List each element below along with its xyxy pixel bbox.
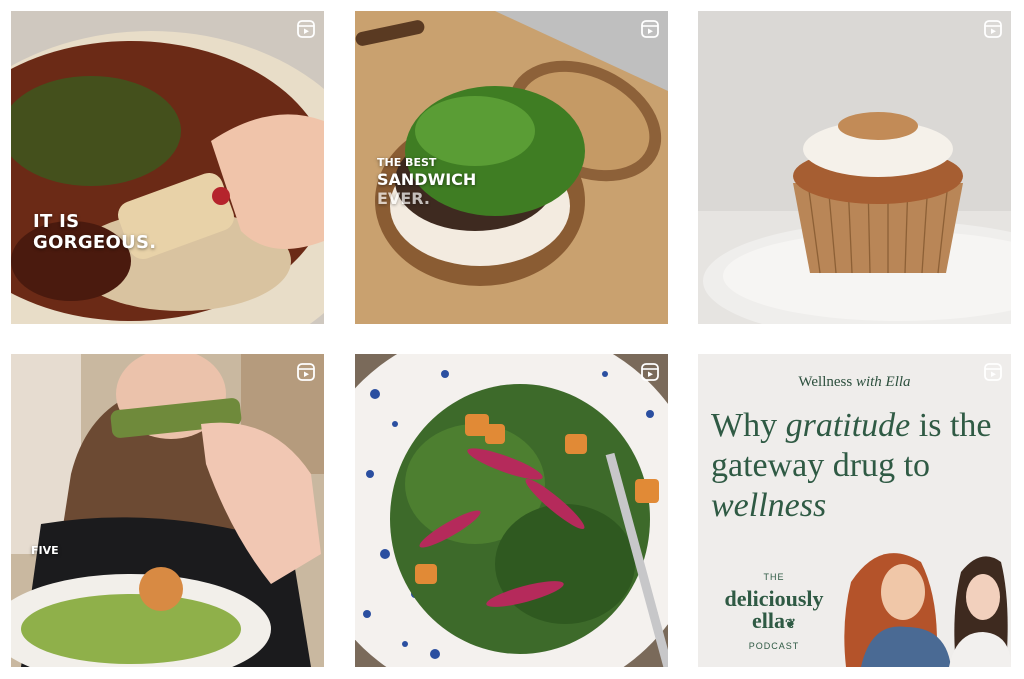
overlay-caption: FIVE [31,544,59,557]
post-tile-podcast[interactable]: Wellness with Ella Why gratitude is the … [698,354,1011,667]
post-image-cupcake [698,11,1011,324]
post-image-salad [355,354,668,667]
reel-icon [984,20,1002,38]
reel-icon [297,363,315,381]
post-image-dip [11,11,324,324]
brand-logo: THE deliciously ella❦ PODCAST [724,572,824,651]
reel-icon [984,363,1002,381]
overlay-caption: IT IS GORGEOUS. [33,211,157,253]
reel-icon [641,363,659,381]
post-tile-cupcake[interactable] [698,11,1011,324]
post-image-toast [11,354,324,667]
post-tile-gorgeous[interactable]: IT IS GORGEOUS. [11,11,324,324]
post-tile-five[interactable]: FIVE [11,354,324,667]
hosts-photo [844,553,1011,667]
overlay-caption: THE BEST SANDWICH EVER. [377,156,477,208]
podcast-headline: Why gratitude is the gateway drug to wel… [711,407,992,524]
reel-icon [297,20,315,38]
reel-icon [641,20,659,38]
post-tile-sandwich[interactable]: THE BEST SANDWICH EVER. [355,11,668,324]
podcast-label: Wellness with Ella [798,374,911,390]
post-tile-salad[interactable] [355,354,668,667]
